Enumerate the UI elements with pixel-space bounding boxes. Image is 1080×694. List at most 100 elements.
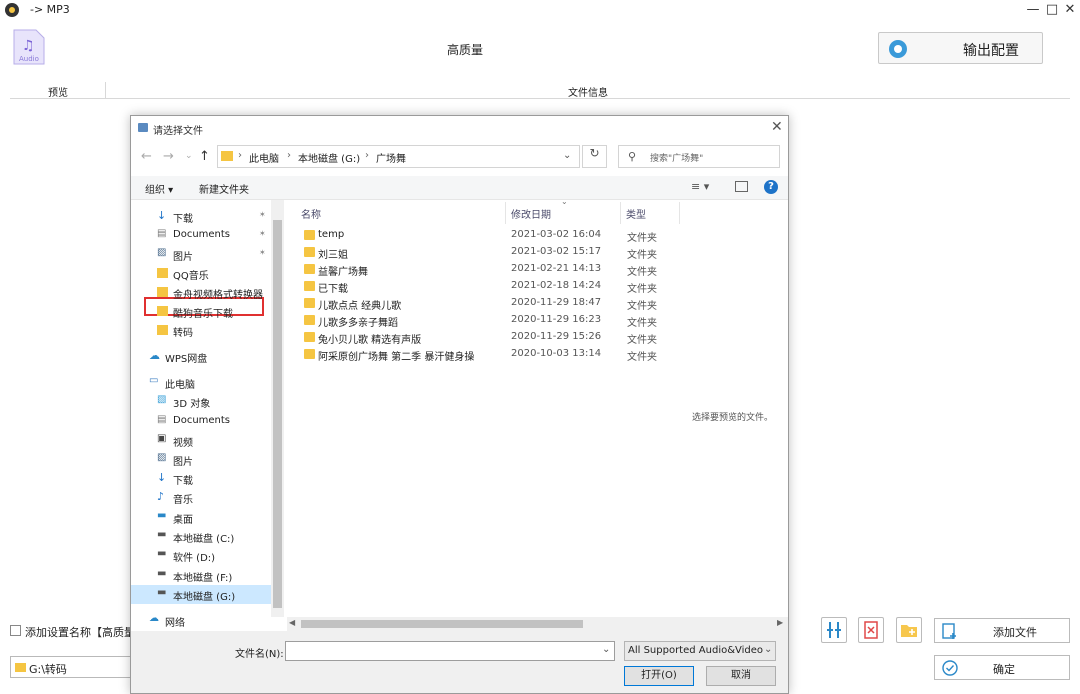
download-icon: ↓ [157, 209, 167, 222]
column-name[interactable]: 名称 [301, 206, 321, 221]
drive-icon: ▬ [157, 587, 167, 598]
clear-list-button[interactable] [858, 617, 884, 643]
check-circle-icon [941, 659, 959, 680]
file-row[interactable]: 已下载 2021-02-18 14:24 文件夹 [301, 278, 661, 295]
dialog-close-button[interactable]: ✕ [771, 119, 783, 135]
file-name: 益馨广场舞 [318, 267, 368, 278]
nav-item[interactable]: ↓ 下载 ✶ [131, 207, 271, 226]
add-setting-name-checkbox[interactable] [10, 625, 21, 636]
horizontal-scrollbar[interactable]: ◀ ▶ [287, 617, 788, 631]
search-icon: ⚲ [628, 150, 637, 163]
file-list-header [10, 82, 1070, 99]
nav-item[interactable]: ▨ 图片 ✶ [131, 245, 271, 264]
breadcrumb-this-pc[interactable]: 此电脑 [249, 150, 279, 165]
minimize-button[interactable]: — [1024, 2, 1042, 18]
file-type-filter[interactable]: All Supported Audio&Video ⌄ [624, 641, 776, 661]
breadcrumb-current-folder[interactable]: 广场舞 [376, 150, 406, 165]
nav-item-label: QQ音乐 [173, 271, 209, 282]
audio-format-icon[interactable]: ♫ Audio [12, 28, 46, 66]
nav-item[interactable]: ▬ 本地磁盘 (G:) [131, 585, 271, 604]
view-options-icon[interactable]: ≡ ▾ [691, 180, 709, 193]
preview-hint: 选择要预览的文件。 [692, 413, 774, 423]
file-row[interactable]: 益馨广场舞 2021-02-21 14:13 文件夹 [301, 261, 661, 278]
breadcrumb-drive-g[interactable]: 本地磁盘 (G:) [298, 150, 360, 165]
nav-item[interactable]: QQ音乐 [131, 264, 271, 283]
nav-item[interactable]: ☁ WPS网盘 [131, 347, 271, 366]
add-folder-button[interactable] [896, 617, 922, 643]
file-type: 文件夹 [627, 250, 657, 261]
nav-scrollbar-thumb[interactable] [273, 220, 282, 608]
column-date[interactable]: 修改日期 [511, 206, 551, 221]
folder-icon [221, 151, 233, 161]
nav-item[interactable]: ▬ 本地磁盘 (F:) [131, 566, 271, 585]
filename-input[interactable]: ⌄ [285, 641, 615, 661]
output-config-button[interactable]: 输出配置 [878, 32, 1043, 64]
nav-item-label: 图片 [173, 252, 193, 263]
folder-icon [157, 306, 168, 316]
nav-item[interactable]: ▣ 视频 [131, 431, 271, 450]
nav-item-label: 视频 [173, 438, 193, 449]
cancel-button[interactable]: 取消 [706, 666, 776, 686]
column-preview: 预览 [48, 88, 68, 99]
nav-item[interactable]: ☁ 网络 [131, 611, 271, 630]
file-date: 2021-02-21 14:13 [511, 263, 602, 274]
recent-chevron-icon[interactable]: ⌄ [185, 151, 193, 161]
file-row[interactable]: 刘三姐 2021-03-02 15:17 文件夹 [301, 244, 661, 261]
nav-item[interactable]: ▬ 桌面 [131, 508, 271, 527]
output-path-field[interactable]: G:\转码 [10, 656, 132, 678]
add-file-button[interactable]: 添加文件 [934, 618, 1070, 643]
back-arrow-icon[interactable]: ← [141, 149, 152, 164]
breadcrumb-separator-icon: › [238, 150, 242, 161]
cloud-icon: ☁ [149, 349, 160, 362]
filename-dropdown-icon[interactable]: ⌄ [602, 644, 610, 655]
scroll-left-icon[interactable]: ◀ [289, 618, 295, 627]
organize-button[interactable]: 组织 ▾ [145, 181, 173, 196]
nav-item-label: 下载 [173, 476, 193, 487]
nav-item[interactable]: ▨ 图片 [131, 450, 271, 469]
nav-item[interactable]: ♪ 音乐 [131, 488, 271, 507]
picture-icon: ▨ [157, 452, 167, 463]
up-arrow-icon[interactable]: ↑ [199, 149, 210, 164]
search-input[interactable]: ⚲ 搜索"广场舞" [618, 145, 780, 168]
file-date: 2021-03-02 16:04 [511, 229, 602, 240]
nav-item[interactable]: ▤ Documents [131, 412, 271, 431]
scroll-right-icon[interactable]: ▶ [777, 618, 783, 627]
open-button[interactable]: 打开(O) [624, 666, 694, 686]
maximize-button[interactable]: □ [1043, 2, 1061, 18]
delete-icon [864, 621, 878, 639]
new-folder-button[interactable]: 新建文件夹 [199, 181, 249, 196]
nav-item[interactable]: ▬ 软件 (D:) [131, 546, 271, 565]
address-bar[interactable]: › 此电脑 › 本地磁盘 (G:) › 广场舞 ⌄ [217, 145, 580, 168]
nav-item[interactable]: 金舟视频格式转换器 [131, 283, 271, 302]
nav-item[interactable]: ↓ 下载 [131, 469, 271, 488]
address-dropdown-icon[interactable]: ⌄ [563, 150, 571, 161]
file-row[interactable]: 阿采原创广场舞 第二季 暴汗健身操 2020-10-03 13:14 文件夹 [301, 346, 661, 363]
horizontal-scrollbar-thumb[interactable] [301, 620, 583, 628]
file-type: 文件夹 [627, 318, 657, 329]
help-icon[interactable]: ? [764, 180, 778, 194]
merge-button[interactable] [821, 617, 847, 643]
nav-item[interactable]: ▤ Documents ✶ [131, 226, 271, 245]
refresh-button[interactable]: ↻ [582, 145, 607, 168]
close-button[interactable]: ✕ [1061, 2, 1079, 18]
column-type[interactable]: 类型 [626, 206, 646, 221]
pin-icon: ✶ [259, 229, 266, 238]
file-type: 文件夹 [627, 301, 657, 312]
nav-item[interactable]: ▬ 本地磁盘 (C:) [131, 527, 271, 546]
breadcrumb-separator-icon: › [365, 150, 369, 161]
filename-label: 文件名(N): [235, 649, 284, 660]
file-row[interactable]: temp 2021-03-02 16:04 文件夹 [301, 227, 661, 244]
download-icon: ↓ [157, 471, 167, 484]
preview-pane-icon[interactable] [735, 181, 748, 192]
column-divider [679, 202, 680, 224]
file-row[interactable]: 兔小贝儿歌 精选有声版 2020-11-29 15:26 文件夹 [301, 329, 661, 346]
confirm-button[interactable]: 确定 [934, 655, 1070, 680]
nav-item[interactable]: ▭ 此电脑 [131, 373, 271, 392]
nav-item[interactable]: ▧ 3D 对象 [131, 392, 271, 411]
file-row[interactable]: 儿歌点点 经典儿歌 2020-11-29 18:47 文件夹 [301, 295, 661, 312]
nav-scrollbar[interactable] [271, 200, 284, 617]
forward-arrow-icon[interactable]: → [163, 149, 174, 164]
nav-item[interactable]: 酷狗音乐下载 [131, 302, 271, 321]
nav-item[interactable]: 转码 [131, 321, 271, 340]
file-row[interactable]: 儿歌多多亲子舞蹈 2020-11-29 16:23 文件夹 [301, 312, 661, 329]
